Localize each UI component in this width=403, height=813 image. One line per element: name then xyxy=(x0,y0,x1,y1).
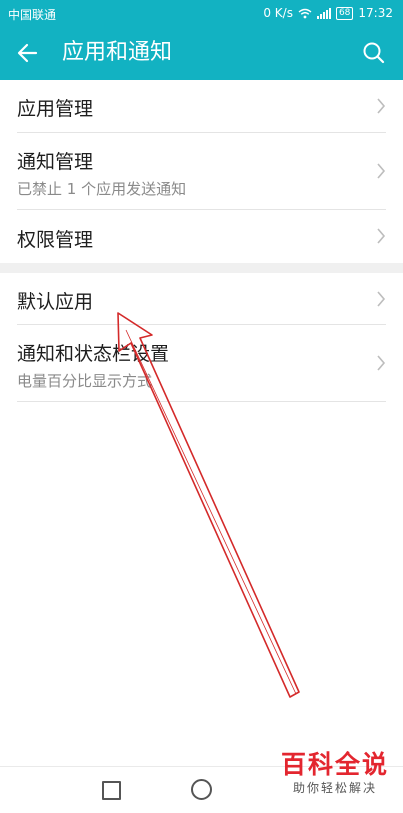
chevron-right-icon xyxy=(377,355,386,371)
settings-list-group-1: 应用管理 通知管理 已禁止 1 个应用发送通知 权限管理 xyxy=(0,80,403,263)
watermark: 百科全说 助你轻松解决 xyxy=(276,750,394,796)
list-item-subtitle: 电量百分比显示方式 xyxy=(17,372,153,390)
chevron-right-icon xyxy=(377,228,386,244)
settings-list-group-2: 默认应用 通知和状态栏设置 电量百分比显示方式 xyxy=(0,273,403,402)
signal-icon xyxy=(316,7,331,19)
list-item-notification-statusbar-settings[interactable]: 通知和状态栏设置 电量百分比显示方式 xyxy=(0,325,403,402)
list-item-subtitle: 已禁止 1 个应用发送通知 xyxy=(17,180,187,198)
chevron-right-icon xyxy=(377,98,386,114)
watermark-title: 百科全说 xyxy=(280,750,389,779)
list-item-default-apps[interactable]: 默认应用 xyxy=(0,273,403,325)
list-item-title: 权限管理 xyxy=(17,229,94,251)
list-item-title: 通知和状态栏设置 xyxy=(17,343,170,365)
battery-icon: 68 xyxy=(335,6,354,20)
list-item-title: 默认应用 xyxy=(17,291,94,313)
recent-apps-button[interactable] xyxy=(102,781,121,800)
network-speed: 0 K/s xyxy=(263,6,293,20)
page-title: 应用和通知 xyxy=(62,40,173,65)
list-item-app-management[interactable]: 应用管理 xyxy=(0,80,403,133)
divider xyxy=(17,401,386,402)
chevron-right-icon xyxy=(377,163,386,179)
app-bar: 应用和通知 xyxy=(0,26,403,80)
search-icon[interactable] xyxy=(361,40,387,66)
section-gap xyxy=(0,263,403,273)
status-right: 0 K/s 68 17:32 xyxy=(263,6,393,20)
watermark-subtitle: 助你轻松解决 xyxy=(292,781,377,795)
clock: 17:32 xyxy=(358,6,393,20)
arrow-left-icon[interactable] xyxy=(14,39,42,67)
chevron-right-icon xyxy=(377,291,386,307)
list-item-title: 通知管理 xyxy=(17,151,94,173)
home-button[interactable] xyxy=(191,779,212,800)
status-bar: 中国联通 0 K/s 68 17:32 xyxy=(0,0,403,26)
list-item-permission-management[interactable]: 权限管理 xyxy=(0,210,403,263)
list-item-title: 应用管理 xyxy=(17,98,94,120)
carrier-label: 中国联通 xyxy=(8,8,57,22)
wifi-icon xyxy=(298,8,312,18)
list-item-notification-management[interactable]: 通知管理 已禁止 1 个应用发送通知 xyxy=(0,133,403,210)
